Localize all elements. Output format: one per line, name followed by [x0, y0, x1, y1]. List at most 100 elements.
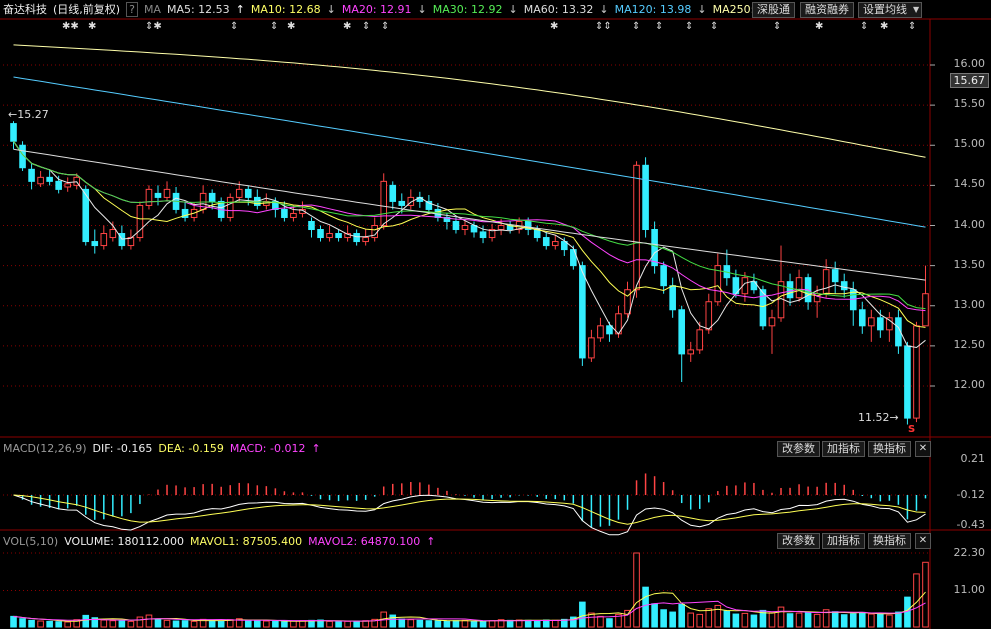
candle-body: [100, 233, 108, 247]
volume-bar: [272, 620, 279, 628]
volume-bar: [669, 611, 676, 628]
volume-bar: [389, 614, 397, 628]
volume-bar: [281, 621, 288, 628]
candle-body: [904, 345, 911, 419]
low-price-label: 11.52→: [858, 411, 899, 424]
candle-body: [669, 285, 676, 311]
candle-body: [606, 325, 613, 335]
candle-body: [461, 225, 469, 231]
volume-bar: [840, 614, 848, 628]
candle-body: [822, 269, 830, 295]
ma5-line: [13, 140, 926, 349]
current-price-box: 15.67: [949, 73, 989, 88]
price-tick: 14.50: [953, 177, 986, 190]
volume-bar: [190, 620, 198, 628]
price-tick: 15.50: [953, 97, 986, 110]
vol-switch-indicator-button[interactable]: 换指标: [868, 533, 911, 549]
candle-body: [831, 269, 839, 283]
volume-bar: [344, 620, 351, 628]
volume-bar: [425, 620, 433, 628]
volume-bar: [19, 618, 26, 628]
volume-bar: [217, 620, 225, 628]
macd-dea: DEA: -0.159: [158, 441, 224, 455]
vol-tick: 22.30: [953, 546, 986, 559]
macd-tick: -0.43: [956, 518, 985, 531]
volume-bar: [208, 619, 216, 628]
volume-bar: [849, 613, 857, 628]
candle-body: [452, 220, 460, 231]
macd-value: MACD: -0.012: [229, 441, 306, 455]
volume-bar: [723, 610, 731, 628]
volume-bar: [398, 618, 406, 628]
volume-bar: [136, 616, 144, 628]
candle-body: [696, 329, 704, 351]
volume-bar: [434, 620, 442, 628]
candle-body: [660, 265, 667, 287]
volume-bar: [687, 612, 695, 628]
volume-bar: [705, 608, 713, 628]
volume-bar: [768, 612, 776, 628]
volume-bar: [109, 620, 117, 628]
candle-body: [55, 180, 62, 190]
candle-body: [10, 123, 17, 142]
volume-bar: [263, 620, 270, 628]
volume-bar: [145, 614, 153, 628]
candle-body: [91, 241, 99, 247]
volume-bar: [642, 586, 649, 628]
candle-body: [136, 204, 144, 239]
candle-body: [624, 289, 631, 315]
macd-edit-params-button[interactable]: 改参数: [777, 441, 820, 457]
candle-body: [858, 309, 866, 327]
candle-body: [497, 225, 505, 231]
vol-edit-params-button[interactable]: 改参数: [777, 533, 820, 549]
candle-body: [64, 183, 71, 188]
macd-switch-indicator-button[interactable]: 换指标: [868, 441, 911, 457]
macd-close-icon[interactable]: ✕: [915, 441, 931, 457]
candle-body: [633, 164, 640, 291]
candle-body: [651, 229, 658, 267]
vol-mavol2: MAVOL2: 64870.100: [308, 534, 421, 548]
candle-body: [163, 188, 171, 198]
candle-body: [235, 188, 243, 198]
candle-body: [398, 200, 406, 206]
volume-bar: [813, 613, 821, 628]
candle-body: [145, 188, 153, 206]
candle-body: [597, 325, 604, 339]
candle-body: [362, 237, 369, 243]
volume-bar: [353, 620, 360, 628]
candle-body: [308, 220, 315, 231]
candle-body: [335, 233, 342, 239]
price-tick: 14.00: [953, 218, 986, 231]
candle-body: [28, 168, 35, 182]
volume-bar: [28, 619, 35, 628]
volume-bar: [326, 620, 333, 628]
volume-bar: [479, 620, 487, 628]
dea-line: [13, 494, 926, 525]
vol-volume: VOLUME: 180112.000: [64, 534, 184, 548]
vol-title: VOL(5,10): [3, 534, 59, 548]
candle-body: [208, 192, 216, 202]
vol-close-icon[interactable]: ✕: [915, 533, 931, 549]
volume-bar: [606, 618, 613, 628]
volume-bar: [443, 620, 451, 628]
volume-bar: [181, 620, 189, 628]
volume-bar: [660, 609, 667, 628]
volume-bar: [416, 619, 424, 628]
volume-bar: [777, 606, 785, 628]
macd-add-indicator-button[interactable]: 加指标: [822, 441, 865, 457]
candle-body: [579, 265, 586, 359]
volume-bar: [542, 619, 550, 628]
vol-add-indicator-button[interactable]: 加指标: [822, 533, 865, 549]
price-tick: 12.00: [953, 378, 986, 391]
candle-body: [687, 349, 695, 355]
low-price-value: 11.52: [858, 411, 890, 424]
volume-bar: [732, 613, 740, 628]
candle-body: [678, 309, 685, 355]
candle-body: [922, 293, 929, 327]
volume-bar: [741, 612, 749, 628]
volume-bar: [154, 618, 162, 628]
volume-bar: [290, 620, 297, 628]
volume-bar: [795, 612, 803, 628]
volume-bar: [506, 619, 514, 628]
volume-bar: [82, 614, 90, 628]
